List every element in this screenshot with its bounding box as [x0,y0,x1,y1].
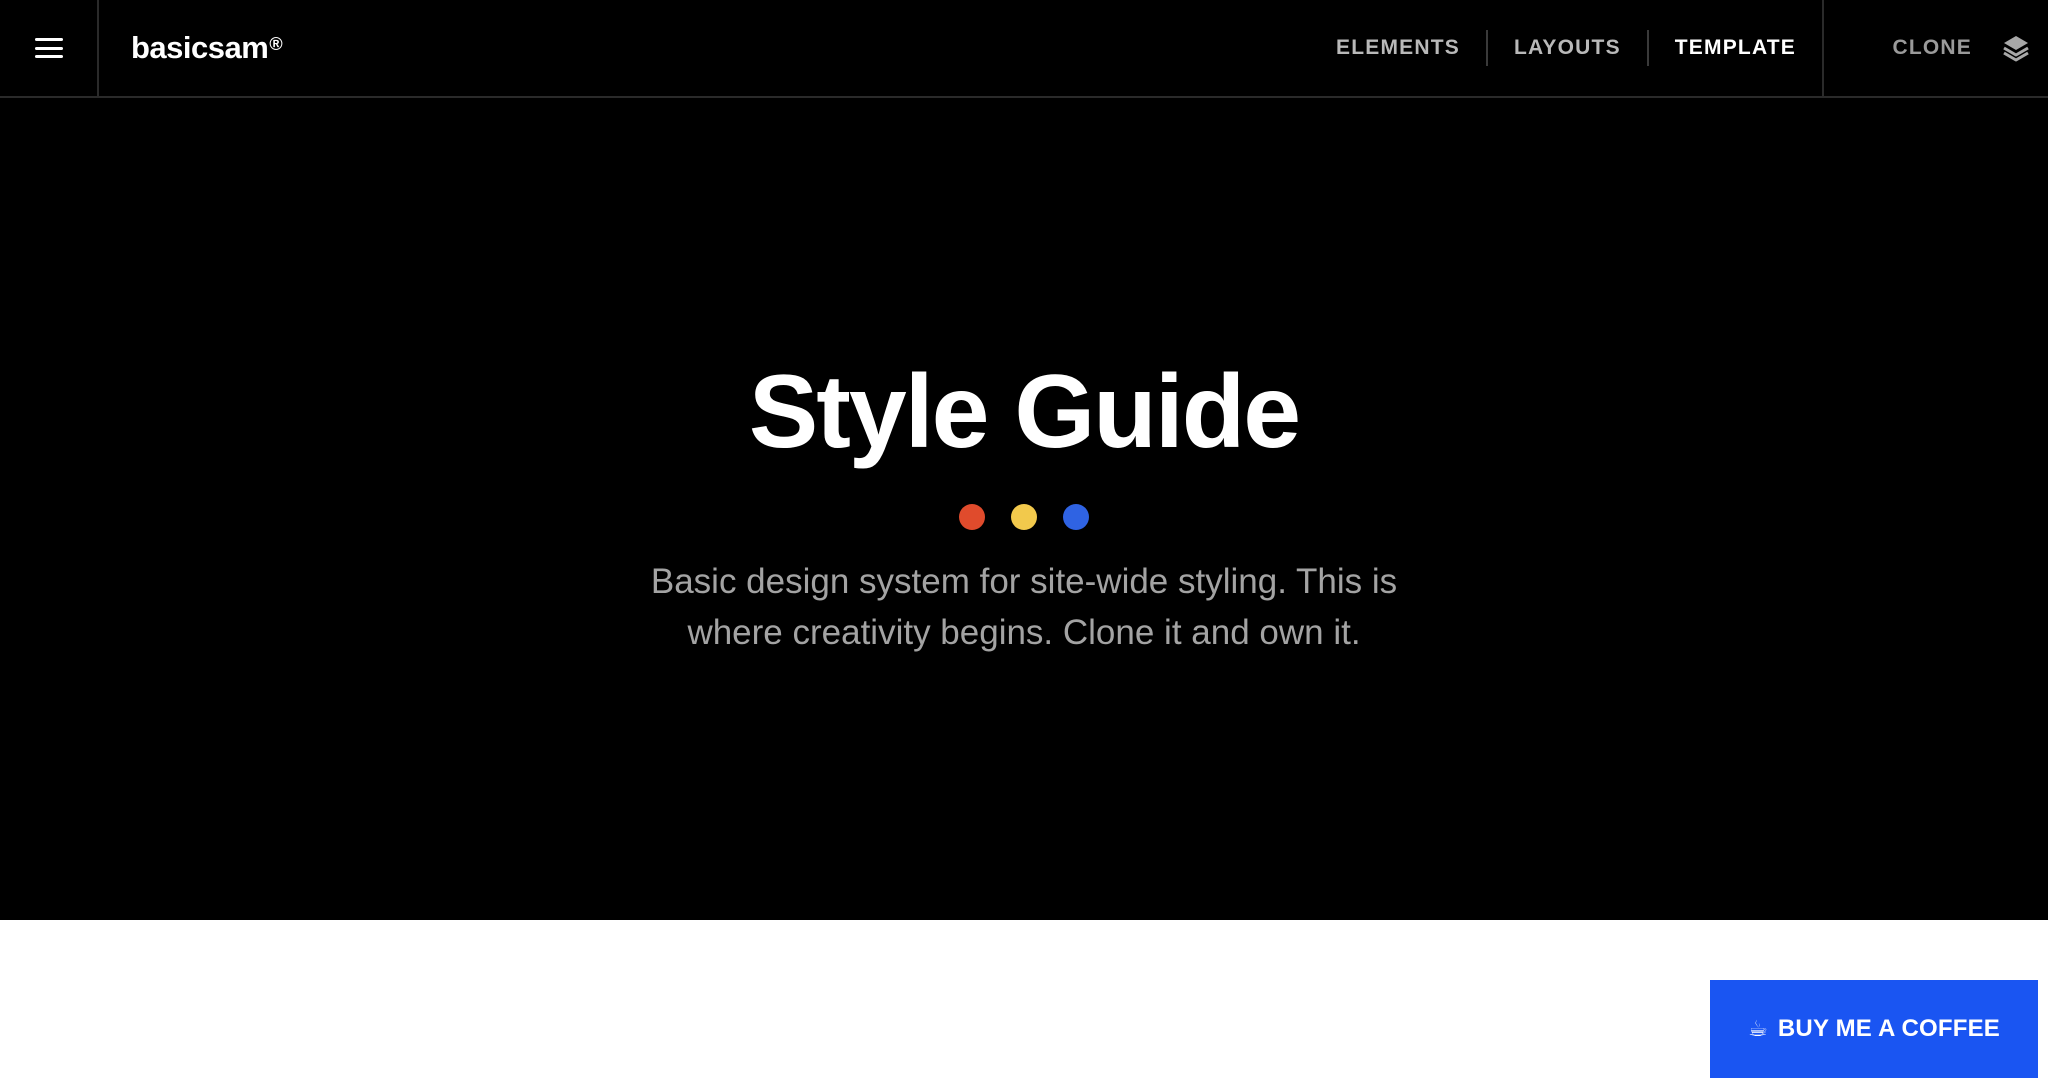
top-nav-bar: basicsam ® ELEMENTS LAYOUTS TEMPLATE CLON… [0,0,2048,98]
registered-mark: ® [269,33,283,54]
red-dot [959,504,985,530]
layers-icon[interactable] [2002,34,2030,62]
hero-title: Style Guide [748,354,1301,470]
logo-text: basicsam [131,30,269,65]
clone-link[interactable]: CLONE [1893,36,1973,60]
nav-item-elements[interactable]: ELEMENTS [1310,36,1486,60]
yellow-dot [1011,504,1037,530]
main-nav: ELEMENTS LAYOUTS TEMPLATE CLONE [1310,0,2048,96]
hamburger-icon [34,38,63,58]
cta-label: BUY ME A COFFEE [1777,1015,2001,1042]
blue-dot [1063,504,1089,530]
hero-subtitle: Basic design system for site-wide stylin… [650,562,1398,652]
coffee-icon: ☕ [1747,1016,1768,1041]
buy-me-a-coffee-button[interactable]: ☕ BUY ME A COFFEE [1710,980,2038,1078]
nav-item-layouts[interactable]: LAYOUTS [1488,36,1647,60]
color-dots [0,504,2048,530]
logo[interactable]: basicsam ® [131,0,283,96]
hero-section: Style Guide Basic design system for site… [0,98,2048,920]
clone-area: CLONE [1824,0,2048,96]
nav-item-template[interactable]: TEMPLATE [1649,36,1822,60]
page: basicsam ® ELEMENTS LAYOUTS TEMPLATE CLON… [0,0,2048,1088]
menu-button[interactable] [0,0,99,96]
